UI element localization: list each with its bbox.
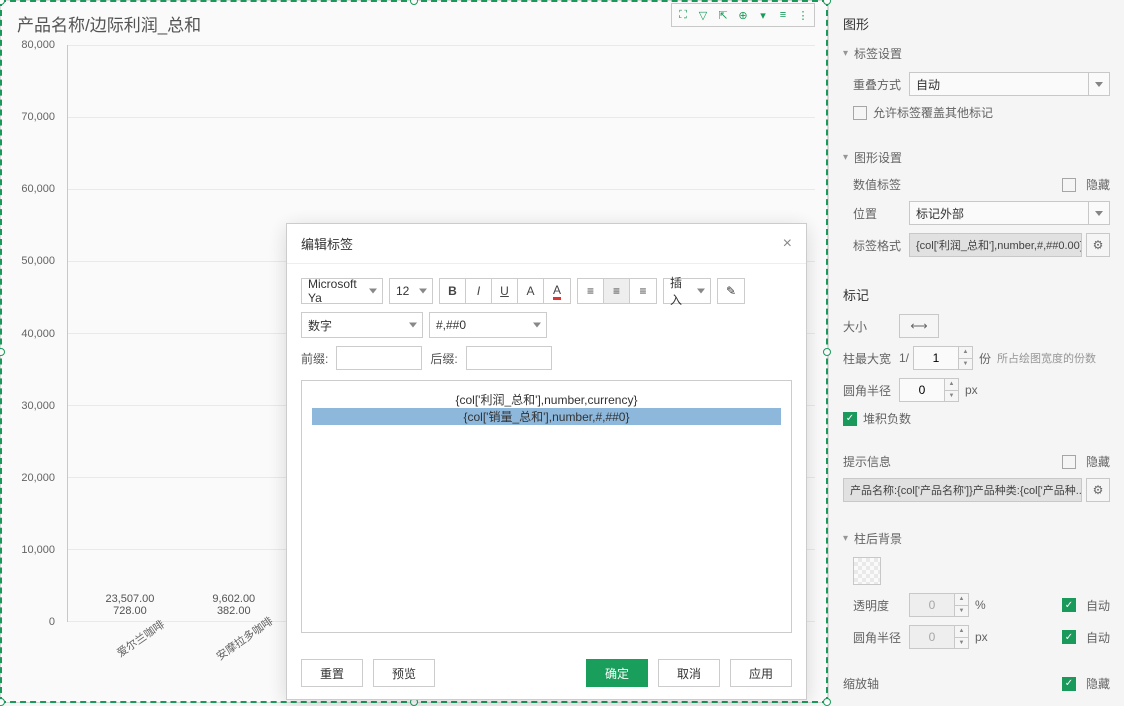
insert-select[interactable]: 插入	[663, 278, 711, 304]
suffix-label: 后缀:	[430, 350, 457, 367]
ok-button[interactable]: 确定	[586, 659, 648, 687]
align-left-button[interactable]: ≡	[578, 279, 604, 303]
number-format-select[interactable]: #,##0	[429, 312, 547, 338]
font-size-select[interactable]: 12	[389, 278, 433, 304]
highlight-button[interactable]: A	[544, 279, 570, 303]
reset-button[interactable]: 重置	[301, 659, 363, 687]
label-editor[interactable]: {col['利润_总和'],number,currency} {col['销量_…	[301, 380, 792, 633]
align-right-button[interactable]: ≡	[630, 279, 656, 303]
align-group: ≡ ≡ ≡	[577, 278, 657, 304]
suffix-input[interactable]	[466, 346, 552, 370]
prefix-label: 前缀:	[301, 350, 328, 367]
edit-label-modal: 编辑标签 × Microsoft Ya 12 B I U A A ≡ ≡ ≡	[286, 223, 807, 700]
clear-format-button[interactable]: ✎	[717, 278, 745, 304]
apply-button[interactable]: 应用	[730, 659, 792, 687]
modal-title: 编辑标签	[301, 234, 353, 253]
font-family-select[interactable]: Microsoft Ya	[301, 278, 383, 304]
cancel-button[interactable]: 取消	[658, 659, 720, 687]
modal-overlay: 编辑标签 × Microsoft Ya 12 B I U A A ≡ ≡ ≡	[0, 0, 1124, 703]
underline-button[interactable]: U	[492, 279, 518, 303]
preview-button[interactable]: 预览	[373, 659, 435, 687]
italic-button[interactable]: I	[466, 279, 492, 303]
prefix-input[interactable]	[336, 346, 422, 370]
align-center-button[interactable]: ≡	[604, 279, 630, 303]
modal-close-button[interactable]: ×	[783, 235, 792, 253]
text-style-group: B I U A A	[439, 278, 571, 304]
font-color-button[interactable]: A	[518, 279, 544, 303]
number-type-select[interactable]: 数字	[301, 312, 423, 338]
bold-button[interactable]: B	[440, 279, 466, 303]
